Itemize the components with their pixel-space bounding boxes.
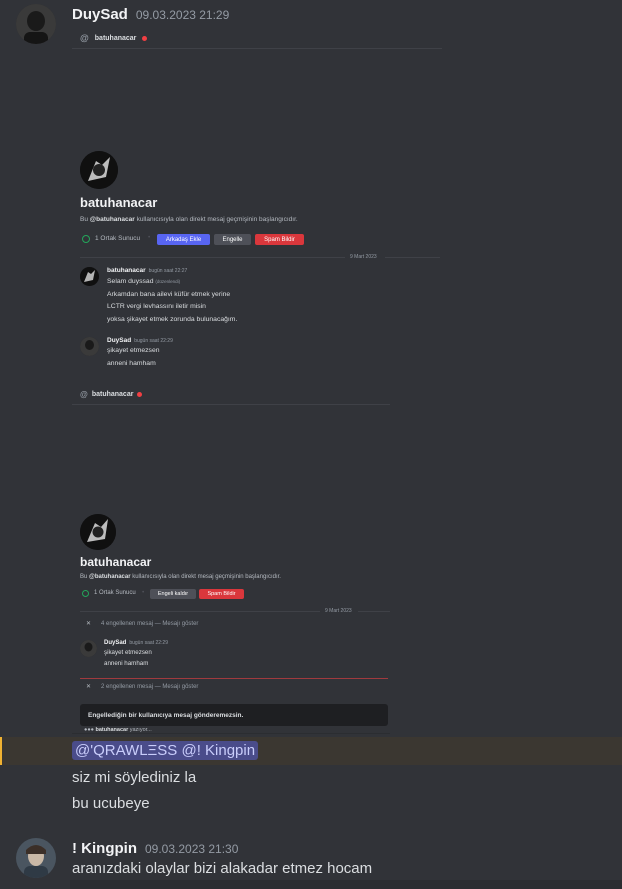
divider bbox=[72, 48, 442, 49]
message-avatar bbox=[80, 267, 99, 286]
message-toolbar-edge bbox=[70, 880, 622, 889]
unblock-button[interactable]: Engeli kaldır bbox=[150, 589, 196, 599]
dm-topbar-name: batuhanacar bbox=[94, 34, 137, 42]
blocked-messages-row[interactable]: ✕ 4 engellenen mesaj — Mesajı göster bbox=[86, 620, 198, 627]
message-line: anneni hamham bbox=[107, 360, 156, 367]
user-mention[interactable]: @'QRAWLΞSS @! Kingpin bbox=[72, 741, 259, 760]
separator-dot: • bbox=[142, 589, 145, 596]
dm-topbar: @ batuhanacar bbox=[72, 28, 442, 48]
date-divider-line bbox=[385, 257, 440, 258]
divider bbox=[72, 404, 390, 405]
timestamp: 09.03.2023 21:29 bbox=[135, 8, 230, 22]
status-dnd-icon bbox=[142, 35, 148, 41]
profile-name: batuhanacar bbox=[80, 195, 158, 210]
server-icon bbox=[82, 590, 89, 597]
message-line: şikayet etmezsen bbox=[104, 649, 152, 656]
edited-label: (düzenlendi) bbox=[155, 279, 181, 284]
mutual-servers[interactable]: 1 Ortak Sunucu bbox=[95, 235, 140, 242]
dm-intro-text: Bu @batuhanacar kullanıcısıyla olan dire… bbox=[80, 574, 281, 580]
separator-dot: • bbox=[148, 234, 151, 241]
block-button[interactable]: Engelle bbox=[214, 234, 251, 245]
at-icon: @ bbox=[80, 33, 89, 43]
username[interactable]: DuySad bbox=[72, 6, 128, 23]
report-spam-button[interactable]: Spam Bildir bbox=[255, 234, 304, 245]
message-avatar bbox=[80, 640, 97, 657]
date-divider-line bbox=[80, 611, 320, 612]
message-text: aranızdaki olaylar bizi alakadar etmez h… bbox=[72, 860, 373, 877]
divider bbox=[72, 733, 390, 734]
message-author[interactable]: DuySad bugün saat 22:29 bbox=[104, 640, 168, 646]
message-line: Selam duyssad (düzenlendi) bbox=[107, 278, 181, 285]
status-dnd-icon bbox=[137, 392, 143, 397]
message-header: DuySad 09.03.2023 21:29 bbox=[72, 6, 229, 23]
at-icon: @ bbox=[80, 390, 88, 399]
server-icon bbox=[82, 235, 90, 243]
message-line: şikayet etmezsen bbox=[107, 347, 160, 354]
timestamp: 09.03.2023 21:30 bbox=[144, 842, 239, 856]
attached-screenshot[interactable]: @ batuhanacar bbox=[72, 28, 442, 734]
message-avatar bbox=[80, 337, 99, 356]
message-line: LCTR vergi levhassını iletir misin bbox=[107, 303, 206, 310]
message-line: Arkamdan bana ailevi küfür etmek yerine bbox=[107, 291, 231, 298]
username[interactable]: ! Kingpin bbox=[72, 840, 137, 857]
message-author[interactable]: batuhanacar bugün saat 22:27 bbox=[107, 267, 187, 274]
dm-topbar: @ batuhanacar bbox=[80, 390, 143, 399]
message-header: ! Kingpin 09.03.2023 21:30 bbox=[72, 840, 238, 857]
profile-avatar bbox=[80, 514, 116, 550]
message-text: siz mi söylediniz la bbox=[72, 769, 197, 786]
blocked-notice: Engellediğin bir kullanıcıya mesaj gönde… bbox=[80, 704, 388, 726]
mutual-servers[interactable]: 1 Ortak Sunucu bbox=[94, 590, 136, 596]
date-divider-line bbox=[358, 611, 390, 612]
close-icon: ✕ bbox=[86, 684, 92, 690]
close-icon: ✕ bbox=[86, 621, 92, 627]
date-divider: 9 Mart 2023 bbox=[325, 608, 352, 614]
message-text: bu ucubeye bbox=[72, 795, 150, 812]
profile-name: batuhanacar bbox=[80, 555, 152, 569]
dm-topbar-name: batuhanacar bbox=[91, 391, 134, 398]
message-author[interactable]: DuySad bugün saat 22:29 bbox=[107, 337, 173, 344]
mention-bar bbox=[0, 737, 2, 765]
profile-avatar bbox=[80, 151, 118, 189]
blocked-messages-row[interactable]: ✕ 2 engellenen mesaj — Mesajı göster bbox=[86, 683, 198, 690]
date-divider: 9 Mart 2023 bbox=[350, 254, 377, 260]
date-divider-line bbox=[80, 257, 345, 258]
avatar-duysad[interactable] bbox=[16, 4, 56, 44]
avatar-kingpin[interactable] bbox=[16, 838, 56, 878]
dm-intro-text: Bu @batuhanacar kullanıcısıyla olan dire… bbox=[80, 216, 298, 223]
report-spam-button[interactable]: Spam Bildir bbox=[199, 589, 244, 599]
new-messages-divider bbox=[80, 678, 388, 679]
add-friend-button[interactable]: Arkadaş Ekle bbox=[157, 234, 210, 245]
message-line: anneni hamham bbox=[104, 660, 149, 667]
message-line: yoksa şikayet etmek zorunda bulunacağım. bbox=[107, 316, 238, 323]
